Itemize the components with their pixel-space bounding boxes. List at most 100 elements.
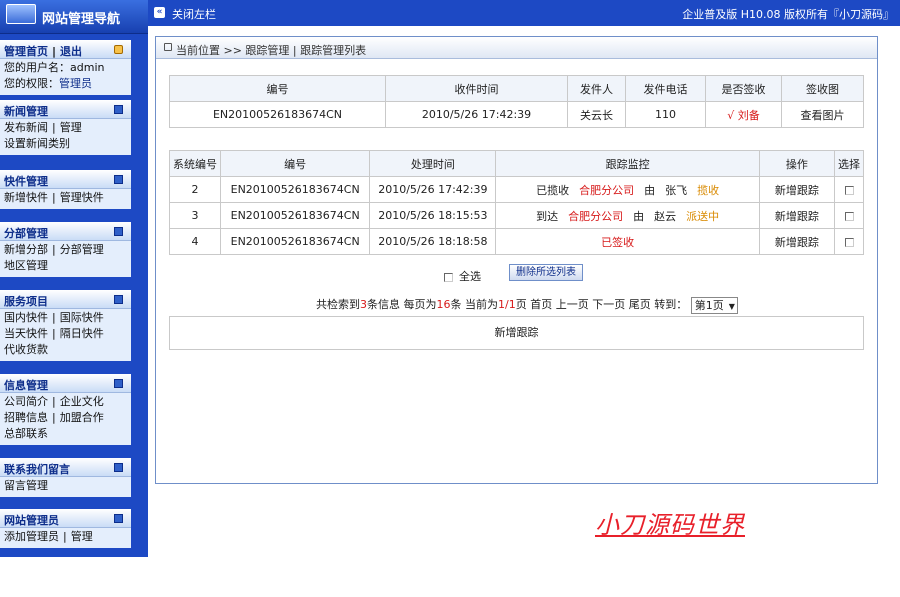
sidebar-menu-title: 分部管理 [4, 227, 48, 240]
row-checkbox[interactable] [844, 211, 854, 221]
page-select[interactable]: 第1页 ▼ [690, 296, 738, 314]
column-header: 处理时间 [369, 150, 497, 177]
sidebar-menu-line: 地区管理 [4, 258, 127, 274]
separator: | [52, 191, 56, 204]
sidebar-link[interactable]: 地区管理 [4, 259, 48, 272]
sidebar-link[interactable]: 新增分部 [4, 243, 48, 256]
system-id-cell: 4 [169, 228, 221, 255]
menu-toggle-icon[interactable] [114, 463, 123, 472]
logout-link[interactable]: 退出 [60, 45, 82, 58]
account-links: 管理首页 | 退出 [4, 45, 83, 58]
collapse-sidebar-link[interactable]: 关闭左栏 [172, 6, 216, 22]
menu-toggle-icon[interactable] [114, 514, 123, 523]
table-row: 4 EN20100526183674CN 2010/5/26 18:18:58 已签收… [169, 228, 864, 255]
add-tracking-link[interactable]: 新增跟踪 [758, 228, 836, 255]
sidebar-menu-line: 添加管理员 | 管理 [4, 529, 127, 545]
sidebar-link[interactable]: 公司简介 [4, 395, 48, 408]
sidebar-link[interactable]: 总部联系 [4, 427, 48, 440]
sidebar-menu-head[interactable]: 信息管理 [0, 374, 131, 393]
delete-selected-button[interactable]: 删除所选列表 [509, 264, 583, 281]
sidebar-menu-line: 设置新闻类别 [4, 136, 127, 152]
sidebar-link[interactable]: 国内快件 [4, 311, 48, 324]
sidebar-link[interactable]: 招聘信息 [4, 411, 48, 424]
add-tracking-link[interactable]: 新增跟踪 [758, 202, 836, 229]
sidebar-menu: 信息管理公司简介 | 企业文化招聘信息 | 加盟合作 总部联系 [0, 374, 131, 445]
sidebar-link[interactable]: 管理快件 [60, 191, 104, 204]
first-page-link[interactable]: 首页 [530, 298, 552, 311]
sidebar-link[interactable]: 国际快件 [60, 311, 104, 324]
pagination: 共检索到3条信息 每页为16条 当前为1/1页 首页 上一页 下一页 尾页 转到… [316, 296, 738, 314]
sidebar-link[interactable]: 发布新闻 [4, 121, 48, 134]
select-all[interactable]: 全选 [444, 268, 481, 284]
menu-toggle-icon[interactable] [114, 227, 123, 236]
sidebar-menu-head[interactable]: 服务项目 [0, 290, 131, 309]
sidebar-menu-title: 联系我们留言 [4, 463, 70, 476]
view-image-link[interactable]: 查看图片 [781, 101, 864, 128]
sidebar-link[interactable]: 添加管理员 [4, 530, 59, 543]
monitor-segment: 赵云 [654, 209, 677, 223]
sidebar-link[interactable]: 管理 [60, 121, 82, 134]
menu-toggle-icon[interactable] [114, 379, 123, 388]
column-header: 操作 [758, 150, 836, 177]
sidebar-account-head: 管理首页 | 退出 [0, 40, 131, 59]
username-text: 您的用户名：admin [4, 61, 105, 74]
sidebar-link[interactable]: 留言管理 [4, 479, 48, 492]
tracking-number-cell: EN20100526183674CN [219, 202, 371, 229]
sidebar-link[interactable]: 加盟合作 [60, 411, 104, 424]
sidebar-menu-head[interactable]: 网站管理员 [0, 509, 131, 528]
sidebar-menu-line: 国内快件 | 国际快件 [4, 310, 127, 326]
sidebar-menu-head[interactable]: 新闻管理 [0, 100, 131, 119]
sidebar-menu-title: 服务项目 [4, 295, 48, 308]
sidebar-menu-body: 新增快件 | 管理快件 [0, 189, 131, 209]
separator: | [52, 395, 56, 408]
select-all-checkbox[interactable] [444, 272, 453, 282]
sidebar-link[interactable]: 管理 [71, 530, 93, 543]
pager-total: 3 [360, 298, 367, 311]
monitor-segment: 合肥分公司 [579, 183, 635, 197]
separator: | [52, 243, 56, 256]
sidebar-menu-title: 快件管理 [4, 175, 48, 188]
sidebar-menu-line: 发布新闻 | 管理 [4, 120, 127, 136]
breadcrumb: 当前位置 >> 跟踪管理 | 跟踪管理列表 [176, 44, 367, 57]
menu-toggle-icon[interactable] [114, 105, 123, 114]
row-checkbox[interactable] [844, 185, 854, 195]
tracking-number-cell: EN20100526183674CN [219, 176, 371, 203]
sidebar-menu-head[interactable]: 分部管理 [0, 222, 131, 241]
sidebar-link[interactable]: 分部管理 [60, 243, 104, 256]
separator: | [52, 121, 56, 134]
account-info: 您的用户名：admin 您的权限：管理员 [0, 59, 131, 95]
monitor-segment: 到达 [536, 209, 559, 223]
tracking-monitor-cell: 已签收 [495, 228, 760, 255]
sidebar-menu-line: 留言管理 [4, 478, 127, 494]
sidebar-link[interactable]: 当天快件 [4, 327, 48, 340]
pager-per-page: 16 [436, 298, 451, 311]
sidebar-menu-body: 国内快件 | 国际快件 当天快件 | 隔日快件 代收货款 [0, 309, 131, 361]
last-page-link[interactable]: 尾页 [629, 298, 651, 311]
add-tracking-button[interactable]: 新增跟踪 [169, 316, 864, 350]
chevron-down-icon: ▼ [728, 301, 735, 311]
home-link[interactable]: 管理首页 [4, 45, 48, 58]
sidebar-menu-head[interactable]: 联系我们留言 [0, 458, 131, 477]
sidebar-link[interactable]: 新增快件 [4, 191, 48, 204]
sidebar-link[interactable]: 代收货款 [4, 343, 48, 356]
tracking-number-cell: EN20100526183674CN [219, 228, 371, 255]
next-page-link[interactable]: 下一页 [592, 298, 625, 311]
menu-toggle-icon[interactable] [114, 175, 123, 184]
prev-page-link[interactable]: 上一页 [556, 298, 589, 311]
column-header: 发件人 [567, 75, 626, 102]
add-tracking-link[interactable]: 新增跟踪 [758, 176, 836, 203]
sidebar-link[interactable]: 企业文化 [60, 395, 104, 408]
sidebar-menu: 网站管理员 添加管理员 | 管理 [0, 509, 131, 548]
select-all-label: 全选 [459, 270, 481, 283]
sidebar-menu-line: 新增分部 | 分部管理 [4, 242, 127, 258]
sidebar-link[interactable]: 设置新闻类别 [4, 137, 70, 150]
collapse-sidebar-icon[interactable]: « [154, 7, 165, 18]
sidebar-menu-head[interactable]: 快件管理 [0, 170, 131, 189]
menu-toggle-icon[interactable] [114, 295, 123, 304]
tracking-monitor-cell: 已揽收 合肥分公司由张飞 揽收 [495, 176, 760, 203]
sidebar-link[interactable]: 隔日快件 [60, 327, 104, 340]
sidebar-menu-line: 招聘信息 | 加盟合作 [4, 410, 127, 426]
row-checkbox[interactable] [844, 237, 854, 247]
process-time-cell: 2010/5/26 18:15:53 [369, 202, 497, 229]
watermark-text: 小刀源码世界 [595, 511, 745, 539]
